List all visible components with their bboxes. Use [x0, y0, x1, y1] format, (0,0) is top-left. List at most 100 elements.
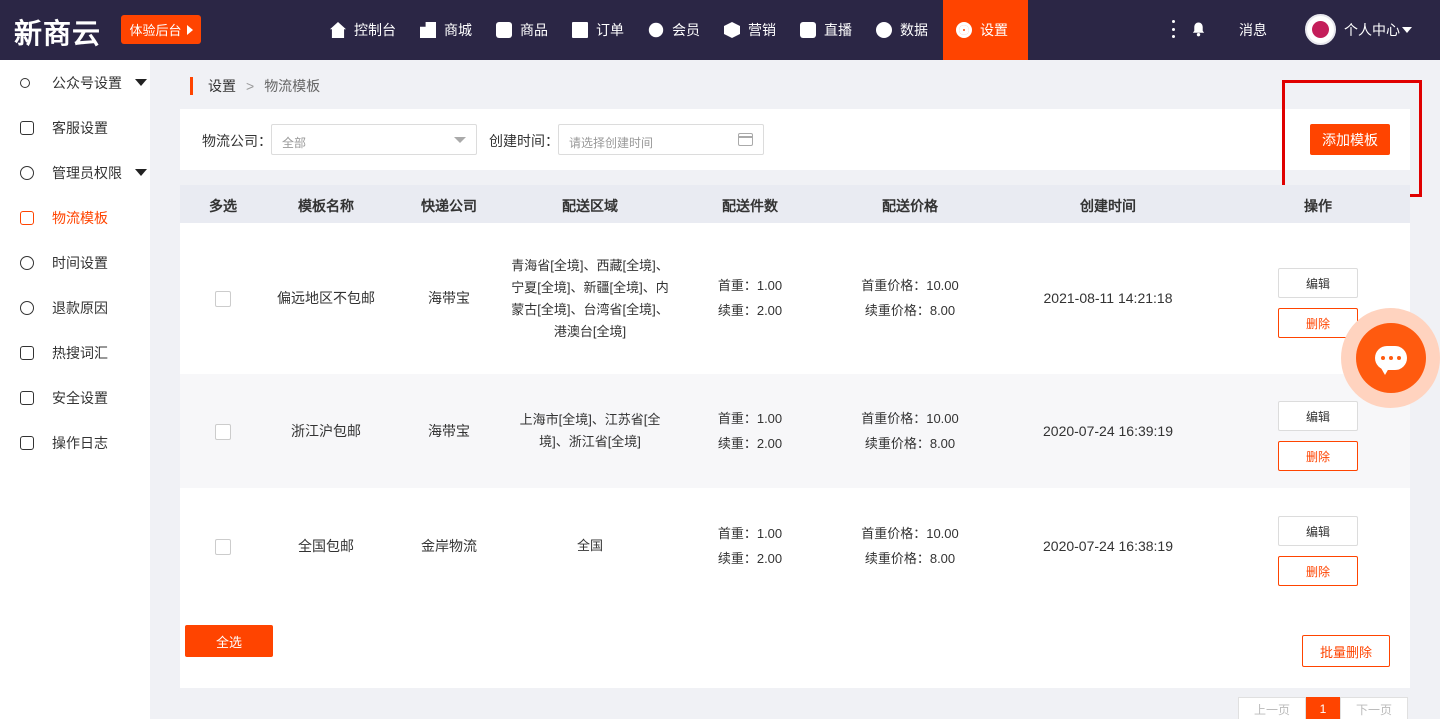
admin-icon [20, 165, 34, 180]
app-logo[interactable]: 新商云 [14, 12, 101, 52]
next-page-button[interactable]: 下一页 [1340, 697, 1408, 719]
edit-button[interactable]: 编辑 [1278, 516, 1358, 546]
nav-label: 数据 [900, 22, 928, 38]
select-all-button[interactable]: 全选 [185, 625, 273, 657]
delete-button[interactable]: 删除 [1278, 556, 1358, 586]
sidebar-item-hot-search[interactable]: 热搜词汇 [0, 330, 150, 375]
add-template-button[interactable]: 添加模板 [1310, 124, 1390, 155]
templates-table: 多选 模板名称 快递公司 配送区域 配送件数 配送价格 创建时间 操作 偏远地区… [180, 185, 1410, 688]
filter-panel: 物流公司： 全部 创建时间： 请选择创建时间 添加模板 [180, 109, 1410, 170]
cube-icon [724, 22, 740, 38]
sidebar-item-shipping-templates[interactable]: 物流模板 [0, 195, 150, 240]
created-date-picker[interactable]: 请选择创建时间 [558, 124, 764, 155]
edit-button[interactable]: 编辑 [1278, 268, 1358, 298]
col-header: 操作 [1304, 198, 1332, 214]
breadcrumb-separator: > [246, 78, 255, 94]
chat-support-button[interactable] [1341, 308, 1440, 408]
sidebar-item-wechat-settings[interactable]: 公众号设置 [0, 60, 150, 105]
breadcrumb-settings[interactable]: 设置 [208, 76, 236, 96]
breadcrumb: 设置 > 物流模板 [190, 76, 320, 96]
chat-bubble-icon [1375, 346, 1407, 375]
batch-delete-button[interactable]: 批量删除 [1302, 635, 1390, 667]
date-filter-label: 创建时间： [489, 133, 559, 149]
nav-item-marketing[interactable]: 营销 [712, 0, 788, 60]
nav-item-data[interactable]: 数据 [864, 0, 940, 60]
extra-price: 续重价格：8.00 [864, 436, 956, 451]
nav-label: 订单 [596, 22, 624, 38]
truck-icon [20, 210, 34, 225]
extra-price: 续重价格：8.00 [864, 551, 956, 566]
nav-item-shop[interactable]: 商城 [408, 0, 484, 60]
nav-item-dashboard[interactable]: 控制台 [318, 0, 408, 60]
delivery-price: 首重价格：10.00 续重价格：8.00 [861, 406, 959, 456]
first-weight: 首重：1.00 [717, 526, 783, 541]
sidebar-item-label: 客服设置 [52, 119, 108, 136]
current-page[interactable]: 1 [1306, 697, 1340, 719]
row-checkbox[interactable] [215, 539, 231, 555]
nav-item-live[interactable]: 直播 [788, 0, 864, 60]
sidebar-item-label: 管理员权限 [52, 164, 122, 181]
sidebar-item-time-settings[interactable]: 时间设置 [0, 240, 150, 285]
sidebar-item-customer-service[interactable]: 客服设置 [0, 105, 150, 150]
prev-page-button[interactable]: 上一页 [1238, 697, 1306, 719]
delivery-quantity: 首重：1.00 续重：2.00 [718, 521, 782, 571]
nav-item-members[interactable]: 会员 [636, 0, 712, 60]
nav-item-settings[interactable]: 设置 [943, 0, 1028, 60]
nav-label: 控制台 [354, 22, 396, 38]
profile-label: 个人中心 [1344, 22, 1400, 38]
delivery-price: 首重价格：10.00 续重价格：8.00 [861, 273, 959, 323]
caret-down-icon [135, 169, 147, 176]
sidebar-item-refund-reasons[interactable]: 退款原因 [0, 285, 150, 330]
main-nav: 控制台 商城 商品 订单 会员 营销 直播 数据 设置 [318, 0, 1028, 60]
row-checkbox[interactable] [215, 424, 231, 440]
breadcrumb-current: 物流模板 [264, 78, 321, 94]
company-select-value: 全部 [282, 136, 307, 150]
sidebar-item-operation-log[interactable]: 操作日志 [0, 420, 150, 465]
bell-icon[interactable] [1191, 21, 1206, 37]
chevron-down-icon [1402, 27, 1412, 33]
nav-label: 商城 [444, 22, 472, 38]
avatar[interactable] [1305, 14, 1336, 45]
first-price: 首重价格：10.00 [861, 411, 959, 426]
goods-icon [496, 22, 512, 38]
hot-search-icon [20, 345, 34, 360]
first-weight: 首重：1.00 [717, 411, 783, 426]
more-vertical-icon[interactable] [1169, 20, 1177, 38]
sidebar: 公众号设置 客服设置 管理员权限 物流模板 时间设置 退款原因 热搜词汇 安全设… [0, 60, 150, 719]
table-row: 浙江沪包邮 海带宝 上海市[全境]、江苏省[全境]、浙江省[全境] 首重：1.0… [180, 374, 1410, 488]
order-icon [572, 22, 588, 38]
nav-item-orders[interactable]: 订单 [560, 0, 636, 60]
sidebar-item-label: 物流模板 [52, 209, 108, 226]
template-name: 浙江沪包邮 [291, 423, 361, 439]
clock-icon [20, 255, 34, 270]
courier-company: 海带宝 [428, 290, 470, 306]
nav-item-goods[interactable]: 商品 [484, 0, 560, 60]
edit-button[interactable]: 编辑 [1278, 401, 1358, 431]
sidebar-item-label: 热搜词汇 [52, 344, 108, 361]
messages-link[interactable]: 消息 [1239, 20, 1267, 40]
delivery-region: 青海省[全境]、西藏[全境]、宁夏[全境]、新疆[全境]、内蒙古[全境]、台湾省… [511, 258, 669, 339]
date-placeholder: 请选择创建时间 [569, 136, 654, 150]
courier-company: 金岸物流 [421, 538, 477, 554]
home-icon [330, 22, 346, 38]
sidebar-item-admin-permissions[interactable]: 管理员权限 [0, 150, 150, 195]
col-header: 配送区域 [562, 198, 618, 214]
breadcrumb-marker [190, 77, 193, 95]
row-checkbox[interactable] [215, 291, 231, 307]
delivery-region: 全国 [576, 538, 603, 553]
sidebar-item-label: 安全设置 [52, 389, 108, 406]
created-time: 2021-08-11 14:21:18 [1043, 290, 1173, 306]
template-name: 偏远地区不包邮 [277, 290, 375, 306]
delete-button[interactable]: 删除 [1278, 441, 1358, 471]
trial-backend-button[interactable]: 体验后台 [121, 15, 201, 44]
company-select[interactable]: 全部 [271, 124, 477, 155]
profile-menu[interactable]: 个人中心 [1344, 20, 1412, 40]
trial-backend-label: 体验后台 [129, 23, 182, 38]
col-header: 配送件数 [722, 198, 778, 214]
nav-label: 会员 [672, 22, 700, 38]
col-header: 配送价格 [882, 198, 938, 214]
gear-icon [956, 22, 972, 38]
link-icon [20, 77, 30, 88]
sidebar-item-security[interactable]: 安全设置 [0, 375, 150, 420]
nav-label: 商品 [520, 22, 548, 38]
